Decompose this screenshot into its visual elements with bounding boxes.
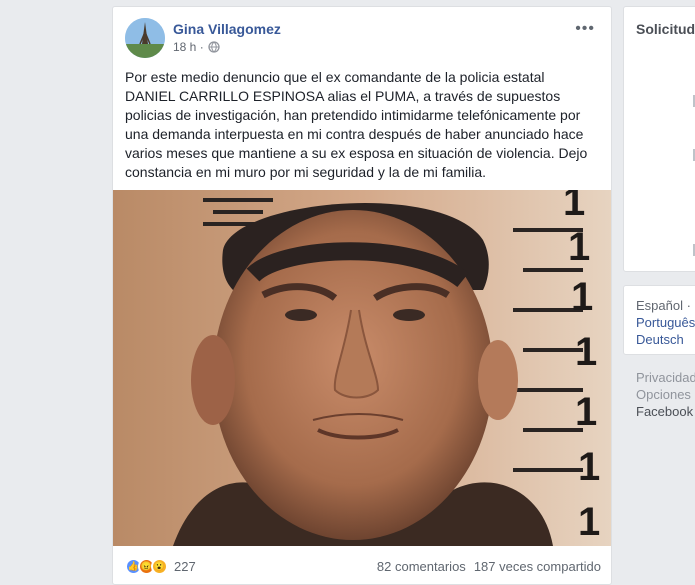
ruler-number: 1 xyxy=(575,330,597,374)
post-text: Por este medio denuncio que el ex comand… xyxy=(125,69,588,180)
post-stats: 82 comentarios 187 veces compartido xyxy=(377,559,601,574)
globe-icon xyxy=(208,41,220,53)
ruler-number: 1 xyxy=(578,500,600,544)
comments-count[interactable]: 82 comentarios xyxy=(377,559,466,574)
feed-post: Gina Villagomez 18 h · ••• Por este medi… xyxy=(112,6,612,585)
post-time[interactable]: 18 h · xyxy=(173,40,204,54)
friend-requests-card: Solicitudes xyxy=(623,6,695,272)
reactions[interactable]: 👍 😠 😮 227 xyxy=(125,557,196,575)
author-name[interactable]: Gina Villagomez xyxy=(173,21,281,37)
author-avatar[interactable] xyxy=(125,18,165,58)
post-meta: 18 h · xyxy=(173,40,220,54)
wow-reaction-icon: 😮 xyxy=(151,557,168,575)
post-footer: 👍 😠 😮 227 82 comentarios 187 veces compa… xyxy=(125,555,601,577)
privacy-link[interactable]: Privacidad xyxy=(636,369,695,386)
footer-links: Privacidad Opciones Facebook xyxy=(636,369,695,420)
ruler-number: 1 xyxy=(563,190,585,224)
language-card: Español · Português Deutsch xyxy=(623,285,695,355)
ruler-number: 1 xyxy=(568,225,590,269)
shares-count[interactable]: 187 veces compartido xyxy=(474,559,601,574)
facebook-link[interactable]: Facebook xyxy=(636,403,695,420)
requests-title[interactable]: Solicitudes xyxy=(636,21,695,37)
current-language: Español · xyxy=(636,298,691,313)
reaction-count[interactable]: 227 xyxy=(174,559,196,574)
language-option[interactable]: Deutsch xyxy=(636,332,684,347)
ruler-number: 1 xyxy=(575,390,597,434)
language-option[interactable]: Português xyxy=(636,315,695,330)
post-header: Gina Villagomez 18 h · ••• xyxy=(125,18,601,60)
more-dots-icon[interactable]: ••• xyxy=(575,20,595,38)
ruler-number: 1 xyxy=(571,275,593,319)
ruler-number: 1 xyxy=(578,445,600,489)
options-link[interactable]: Opciones xyxy=(636,386,695,403)
post-photo[interactable]: 1 1 1 1 1 1 1 xyxy=(113,190,611,546)
